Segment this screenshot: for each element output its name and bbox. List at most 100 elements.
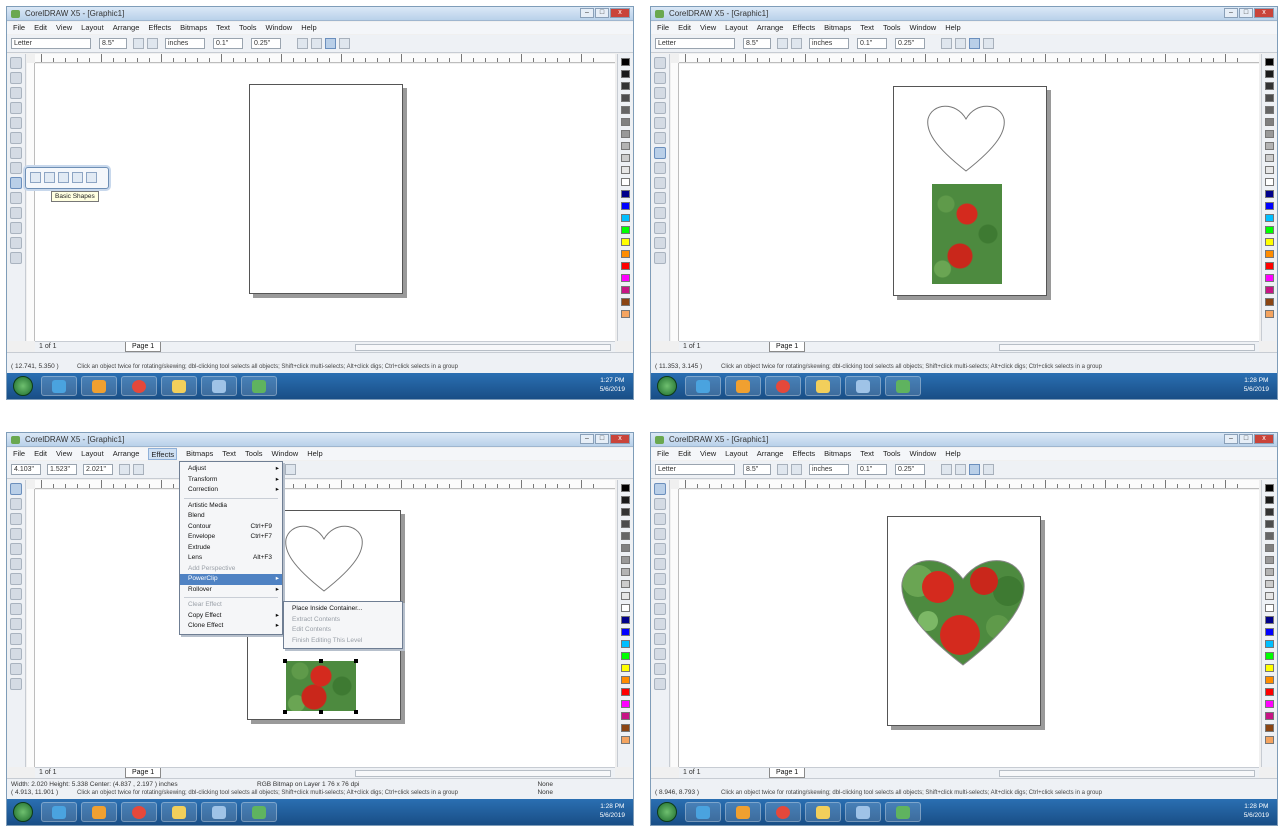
duplicate-distance-field[interactable]: 0.25": [251, 38, 281, 49]
crop-tool-icon[interactable]: [10, 87, 22, 99]
paper-size-select[interactable]: Letter: [655, 464, 735, 475]
color-swatch[interactable]: [621, 226, 630, 234]
color-swatch[interactable]: [1265, 298, 1274, 306]
selection-handle[interactable]: [283, 659, 287, 663]
color-swatch[interactable]: [621, 214, 630, 222]
basic-shapes-tool-icon[interactable]: [654, 177, 666, 189]
close-button[interactable]: x: [1254, 434, 1274, 444]
color-swatch[interactable]: [1265, 238, 1274, 246]
color-swatch[interactable]: [1265, 166, 1274, 174]
color-swatch[interactable]: [1265, 628, 1274, 636]
taskbar-ie-icon[interactable]: [41, 802, 77, 822]
menu-edit[interactable]: Edit: [34, 448, 47, 460]
maximize-button[interactable]: □: [595, 8, 609, 18]
pick-tool-icon[interactable]: [10, 57, 22, 69]
shape-tool-icon[interactable]: [10, 72, 22, 84]
menu-help[interactable]: Help: [307, 448, 322, 460]
text-tool-icon[interactable]: [654, 618, 666, 630]
color-swatch[interactable]: [1265, 736, 1274, 744]
smart-fill-icon[interactable]: [654, 558, 666, 570]
color-swatch[interactable]: [1265, 568, 1274, 576]
selection-handle[interactable]: [354, 659, 358, 663]
landscape-icon[interactable]: [791, 38, 802, 49]
flowchart-shapes-icon[interactable]: [58, 172, 69, 183]
landscape-icon[interactable]: [147, 38, 158, 49]
page-width-field[interactable]: 8.5": [743, 464, 771, 475]
color-swatch[interactable]: [621, 628, 630, 636]
taskbar-app-icon[interactable]: [845, 802, 881, 822]
color-swatch[interactable]: [1265, 604, 1274, 612]
menu-effects[interactable]: Effects: [792, 22, 815, 34]
page-counter[interactable]: 1 of 1: [683, 343, 701, 350]
color-swatch[interactable]: [621, 190, 630, 198]
menu-view[interactable]: View: [700, 22, 716, 34]
color-swatch[interactable]: [621, 724, 630, 732]
shape-tool-icon[interactable]: [10, 498, 22, 510]
rose-bitmap[interactable]: [286, 661, 356, 711]
color-swatch[interactable]: [1265, 190, 1274, 198]
taskbar-explorer-icon[interactable]: [161, 376, 197, 396]
units-select[interactable]: inches: [809, 464, 849, 475]
duplicate-distance-field[interactable]: 0.25": [895, 464, 925, 475]
menu-window[interactable]: Window: [272, 448, 299, 460]
size-width-field[interactable]: 1.523": [47, 464, 77, 475]
color-swatch[interactable]: [1265, 616, 1274, 624]
color-swatch[interactable]: [621, 688, 630, 696]
color-swatch[interactable]: [1265, 676, 1274, 684]
color-swatch[interactable]: [1265, 688, 1274, 696]
menu-text[interactable]: Text: [216, 22, 230, 34]
color-swatch[interactable]: [621, 106, 630, 114]
color-swatch[interactable]: [1265, 142, 1274, 150]
menu-edit[interactable]: Edit: [34, 22, 47, 34]
distribute-icon[interactable]: [955, 38, 966, 49]
color-swatch[interactable]: [621, 94, 630, 102]
page-tab[interactable]: Page 1: [769, 768, 806, 778]
color-swatch[interactable]: [1265, 496, 1274, 504]
trace-bitmap-icon[interactable]: [285, 464, 296, 475]
portrait-icon[interactable]: [133, 38, 144, 49]
menu-help[interactable]: Help: [301, 22, 316, 34]
document-page[interactable]: [893, 86, 1047, 296]
page-tab[interactable]: Page 1: [125, 342, 162, 352]
menu-file[interactable]: File: [13, 22, 25, 34]
color-swatch[interactable]: [1265, 664, 1274, 672]
color-swatch[interactable]: [1265, 508, 1274, 516]
close-button[interactable]: x: [610, 434, 630, 444]
position-x-field[interactable]: 4.103": [11, 464, 41, 475]
color-swatch[interactable]: [621, 130, 630, 138]
outline-indicator[interactable]: None: [537, 789, 553, 796]
drawing-canvas[interactable]: [35, 64, 615, 341]
dimension-tool-icon[interactable]: [654, 222, 666, 234]
basic-shapes-tool-icon[interactable]: [654, 603, 666, 615]
fill-tool-icon[interactable]: [654, 252, 666, 264]
taskbar-coreldraw-icon[interactable]: [241, 802, 277, 822]
menu-arrange[interactable]: Arrange: [757, 22, 784, 34]
menu-arrange[interactable]: Arrange: [113, 22, 140, 34]
minimize-button[interactable]: –: [1224, 8, 1238, 18]
menu-item-extract-contents[interactable]: Extract Contents: [284, 615, 402, 626]
taskbar-explorer-icon[interactable]: [805, 376, 841, 396]
menu-layout[interactable]: Layout: [81, 22, 104, 34]
color-swatch[interactable]: [1265, 310, 1274, 318]
color-swatch[interactable]: [621, 556, 630, 564]
zoom-tool-icon[interactable]: [10, 528, 22, 540]
menu-effects[interactable]: Effects: [148, 448, 178, 460]
page-counter[interactable]: 1 of 1: [39, 769, 57, 776]
document-page[interactable]: [249, 84, 403, 294]
fill-tool-icon[interactable]: [10, 252, 22, 264]
portrait-icon[interactable]: [777, 38, 788, 49]
landscape-icon[interactable]: [791, 464, 802, 475]
color-swatch[interactable]: [621, 484, 630, 492]
align-icon[interactable]: [941, 38, 952, 49]
menu-layout[interactable]: Layout: [81, 448, 104, 460]
rectangle-tool-icon[interactable]: [10, 147, 22, 159]
size-height-field[interactable]: 2.021": [83, 464, 113, 475]
freehand-tool-icon[interactable]: [654, 117, 666, 129]
color-swatch[interactable]: [1265, 532, 1274, 540]
color-swatch[interactable]: [621, 154, 630, 162]
page-view-icon[interactable]: [325, 38, 336, 49]
document-page[interactable]: [887, 516, 1041, 726]
fill-tool-icon[interactable]: [10, 678, 22, 690]
horizontal-scrollbar[interactable]: [999, 770, 1255, 777]
menu-tools[interactable]: Tools: [883, 22, 901, 34]
